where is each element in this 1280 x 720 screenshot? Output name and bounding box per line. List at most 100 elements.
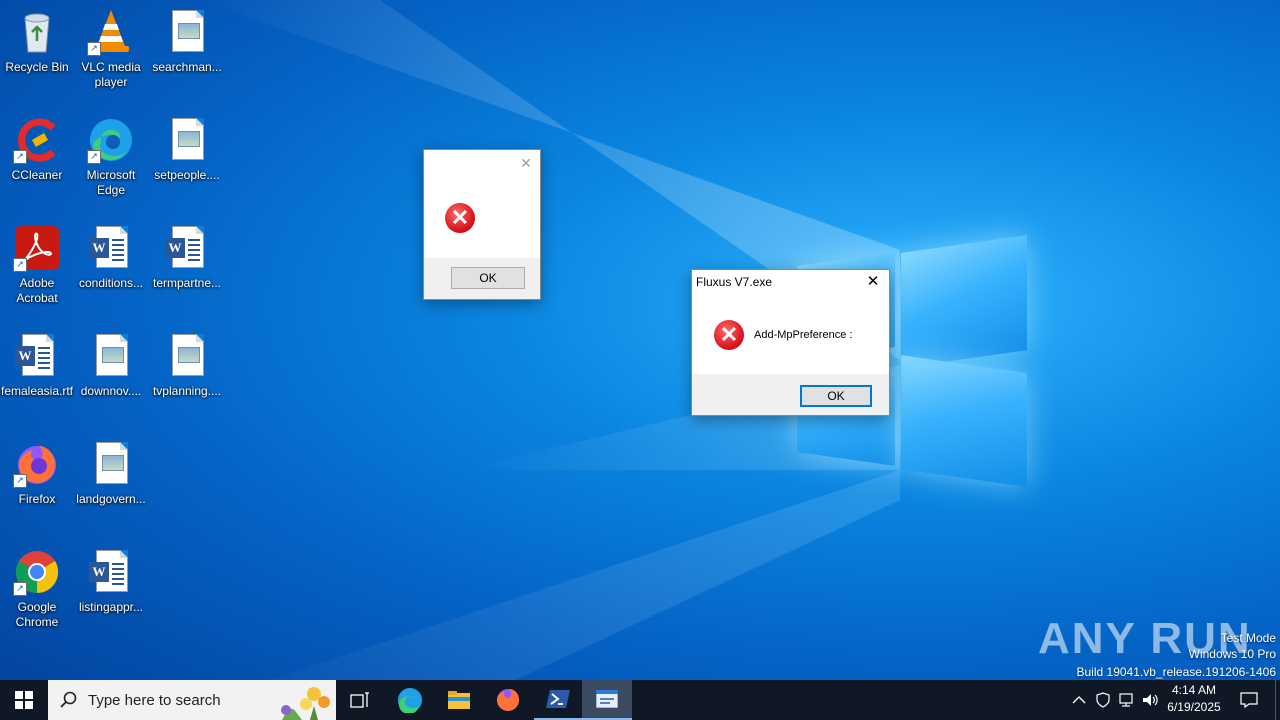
notification-icon: [1240, 692, 1258, 708]
tray-security[interactable]: [1092, 680, 1114, 720]
desktop-icon-downnov[interactable]: downnov....: [74, 332, 148, 399]
image-file-icon: [87, 440, 135, 488]
clock-date: 6/19/2025: [1167, 700, 1221, 714]
ok-button[interactable]: OK: [800, 385, 872, 407]
logo-pane-top-right: [901, 235, 1027, 368]
acrobat-icon: ↗: [13, 224, 61, 272]
desktop-icon-label: Adobe Acrobat: [16, 276, 58, 305]
taskbar-firefox[interactable]: [484, 680, 532, 720]
desktop-icon-adobe-acrobat[interactable]: ↗ Adobe Acrobat: [0, 224, 74, 306]
taskbar-edge[interactable]: [386, 680, 434, 720]
show-desktop-button[interactable]: [1275, 680, 1280, 720]
firefox-icon: ↗: [13, 440, 61, 488]
desktop-icon-label: tvplanning....: [152, 384, 222, 398]
tray-network[interactable]: [1116, 680, 1138, 720]
desktop-icon-searchman[interactable]: searchman...: [150, 8, 224, 75]
shortcut-arrow-icon: ↗: [87, 150, 101, 164]
error-dialog-untitled: ✕ ✕ OK: [423, 149, 541, 300]
tray-clock[interactable]: 4:14 AM 6/19/2025: [1162, 682, 1226, 718]
search-highlight-flowers-icon: [281, 687, 330, 720]
action-center-button[interactable]: [1232, 680, 1266, 720]
clock-time: 4:14 AM: [1171, 683, 1217, 697]
desktop-icon-termpartne[interactable]: W termpartne...: [150, 224, 224, 291]
desktop-icon-conditions[interactable]: W conditions...: [74, 224, 148, 291]
tray-overflow-button[interactable]: [1068, 680, 1090, 720]
network-icon: [1119, 693, 1133, 707]
close-icon[interactable]: ✕: [863, 273, 883, 293]
shortcut-arrow-icon: ↗: [13, 474, 27, 488]
desktop-icon-label: Microsoft Edge: [86, 168, 136, 197]
desktop-icon-label: searchman...: [152, 60, 222, 74]
chevron-up-icon: [1072, 696, 1086, 704]
edge-icon: [398, 688, 422, 713]
volume-icon: [1143, 694, 1158, 706]
tray-volume[interactable]: [1140, 680, 1162, 720]
error-icon: ✕: [445, 203, 475, 233]
desktop-icon-recycle-bin[interactable]: Recycle Bin: [0, 8, 74, 75]
desktop-icon-label: CCleaner: [11, 168, 63, 182]
start-button[interactable]: [0, 680, 48, 720]
dialog-title: Fluxus V7.exe: [696, 275, 773, 289]
word-document-icon: W: [13, 332, 61, 380]
ccleaner-icon: ↗: [13, 116, 61, 164]
desktop-icon-label: listingappr...: [78, 600, 144, 614]
firefox-icon: [497, 689, 519, 711]
desktop-icon-firefox[interactable]: ↗ Firefox: [0, 440, 74, 507]
ok-button[interactable]: OK: [451, 267, 525, 289]
desktop-icon-label: VLC media player: [81, 60, 141, 89]
word-document-icon: W: [87, 548, 135, 596]
image-file-icon: [87, 332, 135, 380]
file-explorer-icon: [448, 691, 470, 709]
word-document-icon: W: [163, 224, 211, 272]
desktop-icon-label: Firefox: [18, 492, 56, 506]
desktop-icon-label: setpeople....: [154, 168, 220, 182]
desktop-icon-label: landgovern...: [76, 492, 146, 506]
shortcut-arrow-icon: ↗: [87, 42, 101, 56]
taskbar-file-explorer[interactable]: [435, 680, 483, 720]
chrome-icon: ↗: [13, 548, 61, 596]
desktop-icon-google-chrome[interactable]: ↗ Google Chrome: [0, 548, 74, 630]
error-message: Add-MpPreference :: [754, 329, 853, 341]
edge-icon: ↗: [87, 116, 135, 164]
taskbar-error-window[interactable]: [582, 680, 632, 720]
image-file-icon: [163, 332, 211, 380]
task-view-icon: [350, 692, 369, 708]
test-mode-text: Test Mode: [1220, 631, 1276, 645]
desktop-icon-landgovern[interactable]: landgovern...: [74, 440, 148, 507]
error-icon: ✕: [714, 320, 744, 350]
desktop-icon-label: Google Chrome: [15, 600, 59, 629]
desktop-icon-label: conditions...: [78, 276, 144, 290]
image-file-icon: [163, 8, 211, 56]
security-shield-icon: [1096, 692, 1110, 708]
error-window-icon: [596, 690, 618, 708]
windows-start-icon: [15, 691, 33, 709]
desktop-icon-femaleasia[interactable]: W femaleasia.rtf: [0, 332, 74, 399]
logo-pane-bottom-right: [901, 355, 1027, 487]
image-file-icon: [163, 116, 211, 164]
vlc-cone-icon: ↗: [87, 8, 135, 56]
desktop-icon-listingappr[interactable]: W listingappr...: [74, 548, 148, 615]
desktop-icon-edge[interactable]: ↗ Microsoft Edge: [74, 116, 148, 198]
error-dialog-fluxus: Fluxus V7.exe ✕ ✕ Add-MpPreference : OK: [691, 269, 890, 416]
shortcut-arrow-icon: ↗: [13, 258, 27, 272]
close-icon[interactable]: ✕: [516, 154, 536, 174]
task-view-button[interactable]: [336, 680, 384, 720]
powershell-icon: [546, 690, 570, 708]
windows-edition-text: Windows 10 Pro: [1188, 647, 1276, 661]
build-text: Build 19041.vb_release.191206-1406: [1076, 665, 1277, 679]
taskbar-search-box[interactable]: Type here to search: [48, 680, 336, 720]
desktop-icon-label: femaleasia.rtf: [0, 384, 74, 398]
search-placeholder: Type here to search: [88, 692, 221, 709]
shortcut-arrow-icon: ↗: [13, 582, 27, 596]
desktop-icon-label: Recycle Bin: [5, 60, 69, 74]
desktop-icon-label: downnov....: [80, 384, 142, 398]
desktop-icon-vlc[interactable]: ↗ VLC media player: [74, 8, 148, 90]
shortcut-arrow-icon: ↗: [13, 150, 27, 164]
search-icon: [60, 691, 77, 708]
desktop-icon-ccleaner[interactable]: ↗ CCleaner: [0, 116, 74, 183]
desktop-icon-tvplanning[interactable]: tvplanning....: [150, 332, 224, 399]
recycle-bin-icon: [13, 8, 61, 56]
desktop-icon-label: termpartne...: [152, 276, 222, 290]
taskbar-powershell[interactable]: [534, 680, 582, 720]
desktop-icon-setpeople[interactable]: setpeople....: [150, 116, 224, 183]
